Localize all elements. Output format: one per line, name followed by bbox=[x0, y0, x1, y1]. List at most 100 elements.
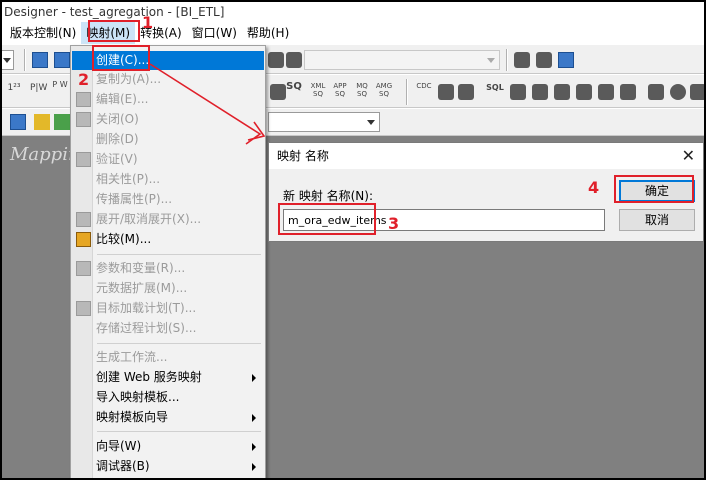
menu-item-label: 创建 Web 服务映射 bbox=[96, 370, 202, 384]
menu-item-validate[interactable]: 验证(V) bbox=[72, 150, 264, 169]
circle-icon[interactable] bbox=[670, 84, 686, 100]
submenu-arrow-icon bbox=[252, 414, 256, 422]
union-icon[interactable] bbox=[510, 84, 526, 100]
xml-sq-icon[interactable]: XML SQ bbox=[308, 82, 328, 98]
filter-icon[interactable] bbox=[438, 84, 454, 100]
menu-item-label: 参数和变量(R)... bbox=[96, 261, 186, 275]
custom-icon[interactable] bbox=[532, 84, 548, 100]
menu-item-params[interactable]: 参数和变量(R)... bbox=[72, 259, 264, 278]
normalizer-icon[interactable] bbox=[648, 84, 664, 100]
menu-item-generate-workflow[interactable]: 生成工作流... bbox=[72, 348, 264, 367]
submenu-arrow-icon bbox=[252, 463, 256, 471]
app-sq-icon[interactable]: APP SQ bbox=[330, 82, 350, 98]
menu-item-debugger[interactable]: 调试器(B) bbox=[72, 457, 264, 476]
sq-icon[interactable]: SQ bbox=[286, 82, 302, 99]
menu-item-label: 展开/取消展开(X)... bbox=[96, 212, 202, 226]
mapping-name-label: 新 映射 名称(N): bbox=[283, 189, 374, 203]
menu-version-control[interactable]: 版本控制(N) bbox=[2, 22, 81, 44]
toolbar-separator bbox=[406, 79, 408, 105]
pw-icon[interactable]: P|W bbox=[30, 84, 47, 100]
annotation-step-2: 2 bbox=[78, 70, 90, 89]
amg-sq-icon[interactable]: AMG SQ bbox=[374, 82, 394, 98]
menu-item-delete[interactable]: 删除(D) bbox=[72, 130, 264, 149]
layout-icon[interactable] bbox=[268, 52, 284, 68]
navigator-icon[interactable] bbox=[32, 52, 48, 68]
target-icon[interactable] bbox=[690, 84, 704, 100]
sql-icon[interactable]: SQL bbox=[484, 84, 506, 100]
annotation-step-1: 1 bbox=[142, 13, 154, 32]
menu-item-copy-as[interactable]: 复制为(A)... bbox=[72, 70, 264, 89]
menu-item-label: 向导(W) bbox=[96, 439, 142, 453]
menu-separator bbox=[97, 431, 261, 432]
menu-item-expand[interactable]: 展开/取消展开(X)... bbox=[72, 210, 264, 229]
target-load-icon bbox=[76, 301, 91, 316]
menu-item-close[interactable]: 关闭(O) bbox=[72, 110, 264, 129]
menu-item-web-service[interactable]: 创建 Web 服务映射 bbox=[72, 368, 264, 387]
next-instance-icon[interactable] bbox=[54, 114, 70, 130]
toolbar-combo-left[interactable] bbox=[2, 50, 14, 70]
menu-item-label: 关闭(O) bbox=[96, 112, 139, 126]
close-doc-icon bbox=[76, 112, 91, 127]
source-icon[interactable] bbox=[270, 84, 286, 100]
arrange-iconic-icon[interactable] bbox=[536, 52, 552, 68]
annotation-box-ok bbox=[614, 175, 694, 203]
menu-item-wizard[interactable]: 向导(W) bbox=[72, 437, 264, 456]
menu-item-label: 映射模板向导 bbox=[96, 410, 169, 424]
menu-help[interactable]: 帮助(H) bbox=[242, 22, 294, 44]
arrange-icon[interactable] bbox=[514, 52, 530, 68]
designer-window: Designer - test_agregation - [BI_ETL] 版本… bbox=[0, 0, 706, 480]
xml-parser-icon[interactable] bbox=[598, 84, 614, 100]
mapping-menu-dropdown: 创建(C)... 复制为(A)... 编辑(E)... 关闭(O) 删除(D) … bbox=[70, 45, 266, 478]
validate-icon bbox=[76, 152, 91, 167]
sequence-icon[interactable]: 1²³ bbox=[6, 84, 22, 100]
menu-item-label: 调试器(B) bbox=[96, 459, 150, 473]
menu-item-metadata[interactable]: 元数据扩展(M)... bbox=[72, 279, 264, 298]
pw-var-icon[interactable]: P W bbox=[52, 81, 68, 97]
menu-item-compare[interactable]: 比较(M)... bbox=[72, 230, 264, 249]
stop-icon[interactable] bbox=[34, 114, 50, 130]
submenu-arrow-icon bbox=[252, 443, 256, 451]
annotation-box-create bbox=[92, 45, 150, 71]
menu-item-import-template[interactable]: 导入映射模板... bbox=[72, 388, 264, 407]
run-icon[interactable] bbox=[10, 114, 26, 130]
menu-item-template-wizard[interactable]: 映射模板向导 bbox=[72, 408, 264, 427]
xml-generator-icon[interactable] bbox=[620, 84, 636, 100]
edit-icon bbox=[76, 92, 91, 107]
menu-window[interactable]: 窗口(W) bbox=[187, 22, 242, 44]
submenu-arrow-icon bbox=[252, 374, 256, 382]
annotation-box-input bbox=[278, 203, 376, 235]
menu-item-label: 目标加载计划(T)... bbox=[96, 301, 197, 315]
java-icon[interactable] bbox=[554, 84, 570, 100]
link-icon[interactable] bbox=[286, 52, 302, 68]
debug-combo[interactable] bbox=[268, 112, 380, 132]
menu-item-propagate[interactable]: 传播属性(P)... bbox=[72, 190, 264, 209]
menu-item-label: 比较(M)... bbox=[96, 232, 152, 246]
toolbar-separator bbox=[24, 49, 26, 71]
dialog-title: 映射 名称 bbox=[269, 143, 703, 169]
cdc-icon[interactable]: CDC bbox=[416, 82, 432, 98]
window-title: Designer - test_agregation - [BI_ETL] bbox=[2, 2, 704, 22]
compare-icon bbox=[76, 232, 91, 247]
annotation-box-menu bbox=[88, 20, 140, 42]
output-window-icon[interactable] bbox=[54, 52, 70, 68]
annotation-step-4: 4 bbox=[588, 178, 600, 197]
transform-combo[interactable] bbox=[304, 50, 500, 70]
menu-separator bbox=[97, 254, 261, 255]
expand-icon bbox=[76, 212, 91, 227]
annotation-step-3: 3 bbox=[388, 214, 400, 233]
params-icon bbox=[76, 261, 91, 276]
menu-item-label: 验证(V) bbox=[96, 152, 138, 166]
menu-item-edit[interactable]: 编辑(E)... bbox=[72, 90, 264, 109]
menu-item-dependencies[interactable]: 相关性(P)... bbox=[72, 170, 264, 189]
cancel-button[interactable]: 取消 bbox=[619, 209, 695, 231]
router-icon[interactable] bbox=[458, 84, 474, 100]
menu-item-stored-proc[interactable]: 存储过程计划(S)... bbox=[72, 319, 264, 338]
menu-item-target-load[interactable]: 目标加载计划(T)... bbox=[72, 299, 264, 318]
zoom-icon[interactable] bbox=[558, 52, 574, 68]
toolbar-separator bbox=[506, 49, 508, 71]
menu-item-label: 编辑(E)... bbox=[96, 92, 149, 106]
xml-icon[interactable] bbox=[576, 84, 592, 100]
close-icon[interactable]: ✕ bbox=[682, 143, 695, 169]
menu-separator bbox=[97, 343, 261, 344]
mq-sq-icon[interactable]: MQ SQ bbox=[352, 82, 372, 98]
